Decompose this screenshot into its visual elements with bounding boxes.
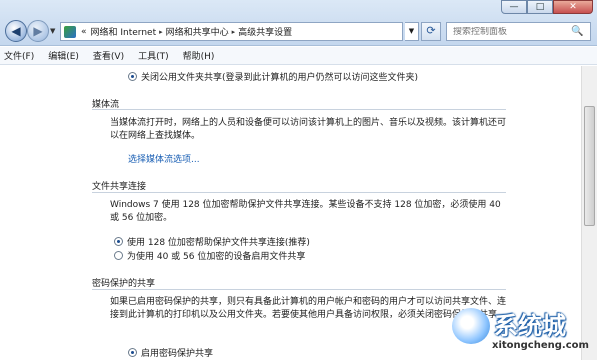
menu-tools[interactable]: 工具(T) — [138, 49, 169, 62]
encryption-40-56-option[interactable]: 为使用 40 或 56 位加密的设备启用文件共享 — [114, 249, 305, 262]
public-folder-off-option[interactable]: 关闭公用文件夹共享(登录到此计算机的用户仍然可以访问这些文件夹) — [128, 70, 418, 83]
chevron-right-icon[interactable]: ▸ — [232, 28, 236, 36]
forward-button[interactable]: ▶ — [27, 20, 49, 42]
breadcrumb-advanced-sharing[interactable]: 高级共享设置 — [238, 25, 292, 38]
control-panel-icon — [64, 25, 76, 38]
option-label: 为使用 40 或 56 位加密的设备启用文件共享 — [127, 252, 306, 262]
password-sharing-description: 如果已启用密码保护的共享，则只有具备此计算机的用户帐户和密码的用户才可以访问共享… — [110, 297, 507, 320]
menu-view[interactable]: 查看(V) — [93, 49, 124, 62]
window-controls: — □ ✕ — [501, 0, 593, 14]
scrollbar-thumb[interactable] — [584, 106, 595, 226]
refresh-icon[interactable]: ⟳ — [421, 22, 441, 41]
divider — [92, 109, 506, 110]
watermark-name: 系统城 — [494, 312, 566, 340]
breadcrumb-network-sharing-center[interactable]: 网络和共享中心 — [166, 25, 229, 38]
minimize-button[interactable]: — — [501, 0, 527, 14]
menu-edit[interactable]: 编辑(E) — [48, 49, 79, 62]
divider — [92, 192, 506, 193]
radio-button[interactable] — [128, 348, 137, 357]
password-sharing-on-option[interactable]: 启用密码保护共享 — [128, 346, 213, 359]
site-watermark: 系统城 xitongcheng.com — [452, 304, 592, 356]
watermark-logo-icon — [452, 308, 490, 344]
title-bar: — □ ✕ ◀ ▶ ▼ « 网络和 Internet ▸ 网络和共享中心 ▸ 高… — [0, 0, 597, 46]
option-label: 关闭公用文件夹共享(登录到此计算机的用户仍然可以访问这些文件夹) — [141, 73, 419, 83]
search-input[interactable] — [453, 26, 571, 37]
file-sharing-description: Windows 7 使用 128 位加密帮助保护文件共享连接。某些设备不支持 1… — [110, 200, 501, 223]
address-dropdown-icon[interactable]: ▼ — [405, 22, 419, 41]
search-icon[interactable]: 🔍 — [571, 26, 583, 37]
radio-button[interactable] — [114, 237, 123, 246]
back-button[interactable]: ◀ — [5, 20, 27, 42]
address-bar[interactable]: « 网络和 Internet ▸ 网络和共享中心 ▸ 高级共享设置 — [60, 22, 403, 41]
maximize-button[interactable]: □ — [527, 0, 553, 14]
media-streaming-description: 当媒体流打开时，网络上的人员和设备便可以访问该计算机上的图片、音乐以及视频。该计… — [110, 118, 507, 141]
chevron-right-icon[interactable]: ▸ — [159, 28, 163, 36]
password-sharing-title: 密码保护的共享 — [92, 279, 156, 289]
radio-button[interactable] — [128, 72, 137, 81]
option-label: 启用密码保护共享 — [141, 349, 214, 359]
close-button[interactable]: ✕ — [553, 0, 593, 14]
menu-bar: 文件(F) 编辑(E) 查看(V) 工具(T) 帮助(H) — [0, 47, 597, 65]
recent-pages-dropdown-icon[interactable]: ▼ — [50, 27, 55, 35]
breadcrumb-overflow[interactable]: « — [81, 27, 87, 37]
watermark-url: xitongcheng.com — [492, 340, 589, 351]
encryption-128-option[interactable]: 使用 128 位加密帮助保护文件共享连接(推荐) — [114, 235, 310, 248]
radio-button[interactable] — [114, 251, 123, 260]
menu-help[interactable]: 帮助(H) — [183, 49, 215, 62]
option-label: 使用 128 位加密帮助保护文件共享连接(推荐) — [127, 238, 310, 248]
menu-file[interactable]: 文件(F) — [4, 49, 34, 62]
breadcrumb-network-internet[interactable]: 网络和 Internet — [91, 25, 157, 38]
file-sharing-title: 文件共享连接 — [92, 182, 147, 192]
divider — [92, 289, 506, 290]
search-box[interactable]: 🔍 — [446, 22, 591, 41]
media-streaming-options-link[interactable]: 选择媒体流选项... — [128, 152, 200, 165]
